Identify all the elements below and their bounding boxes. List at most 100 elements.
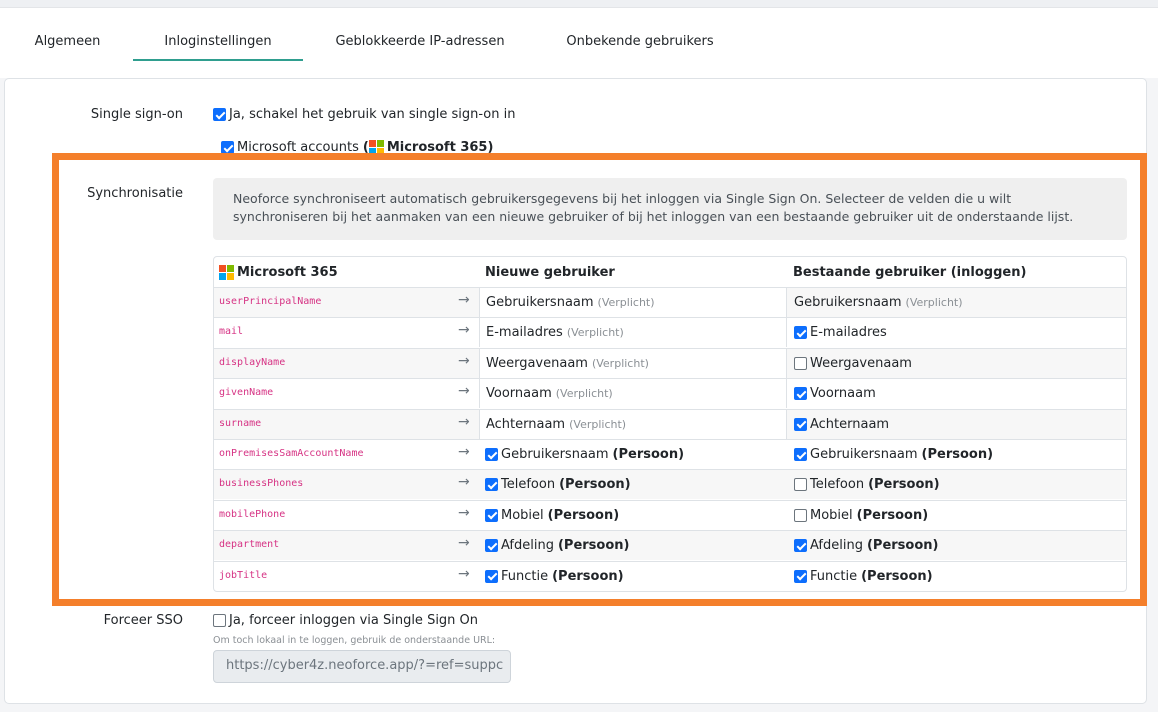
sso-enable-checkbox[interactable] [213, 108, 226, 121]
microsoft-brand: Microsoft 365 [386, 140, 488, 155]
cell-label: Achternaam [486, 416, 566, 432]
top-bar [0, 0, 1158, 8]
table-row: surname → Achternaam (Verplicht) Achternaam [214, 408, 1126, 439]
table-row: mobilePhone → Mobiel (Persoon) Mobiel (Persoo… [214, 499, 1126, 530]
existing-user-cell[interactable]: Afdeling (Persoon) [788, 531, 1126, 560]
cell-label: Afdeling [810, 538, 863, 554]
required-note: (Verplicht) [566, 326, 624, 340]
cell-label: Functie [501, 568, 549, 584]
existing-user-cell[interactable]: E-mailadres [788, 318, 1126, 347]
tab-algemeen[interactable]: Algemeen [20, 28, 115, 61]
sync-checkbox[interactable] [485, 539, 498, 553]
microsoft-accounts-checkbox[interactable] [221, 141, 234, 154]
arrow-right-icon: → [458, 292, 470, 308]
new-user-cell[interactable]: Functie (Persoon) [479, 562, 787, 591]
existing-user-cell[interactable]: Telefoon (Persoon) [788, 470, 1126, 499]
new-user-cell: Achternaam (Verplicht) [479, 409, 787, 439]
tab-onbekende-gebruikers[interactable]: Onbekende gebruikers [550, 28, 730, 61]
cell-label: Afdeling [501, 538, 554, 554]
field-name: givenName [219, 387, 274, 399]
force-sso-checkbox[interactable] [213, 614, 226, 627]
sso-enable-row[interactable]: Ja, schakel het gebruik van single sign-… [213, 107, 515, 122]
table-row: department → Afdeling (Persoon) Afdeling (Per… [214, 530, 1126, 561]
cell-label: E-mailadres [486, 325, 563, 341]
sync-checkbox[interactable] [794, 356, 807, 370]
cell-label: Gebruikersnaam [810, 447, 918, 462]
sync-checkbox[interactable] [485, 478, 498, 492]
existing-user-cell: Gebruikersnaam (Verplicht) [788, 288, 1126, 317]
existing-user-cell[interactable]: Functie (Persoon) [788, 562, 1126, 591]
sync-checkbox[interactable] [794, 387, 807, 401]
table-row: mail → E-mailadres (Verplicht) E-mailadres [214, 317, 1126, 348]
sync-info-text: Neoforce synchroniseert automatisch gebr… [233, 191, 1074, 224]
sync-checkbox[interactable] [794, 448, 807, 461]
sync-table: Microsoft 365 Nieuwe gebruiker Bestaande… [213, 256, 1127, 592]
field-name: mail [219, 326, 244, 338]
force-sso-row[interactable]: Ja, forceer inloggen via Single Sign On [213, 613, 478, 628]
required-note: (Verplicht) [905, 296, 963, 309]
cell-label: Mobiel [810, 507, 853, 523]
field-name: displayName [219, 356, 286, 368]
header-existing-user: Bestaande gebruiker (inloggen) [793, 265, 1027, 280]
cell-label: Weergavenaam [486, 355, 588, 371]
required-note: (Verplicht) [569, 417, 627, 431]
sync-checkbox[interactable] [794, 326, 807, 340]
sync-checkbox[interactable] [794, 539, 807, 553]
existing-user-cell[interactable]: Weergavenaam [788, 349, 1126, 378]
new-user-cell[interactable]: Mobiel (Persoon) [479, 501, 787, 530]
sync-checkbox[interactable] [485, 569, 498, 583]
arrow-right-icon: → [458, 322, 470, 339]
sync-checkbox[interactable] [485, 508, 498, 522]
field-name: userPrincipalName [219, 296, 322, 307]
local-login-url-input[interactable]: https://cyber4z.neoforce.app/?=ref=suppc [213, 650, 511, 683]
new-user-cell[interactable]: Afdeling (Persoon) [479, 531, 787, 560]
entity-suffix: (Persoon) [856, 507, 929, 523]
sync-checkbox[interactable] [794, 569, 807, 583]
arrow-right-icon: → [458, 565, 470, 582]
cell-label: Mobiel [501, 507, 544, 523]
cell-label: Gebruikersnaam [794, 295, 902, 310]
tab-geblokkeerde-ip-adressen[interactable]: Geblokkeerde IP-adressen [320, 28, 520, 61]
existing-user-cell[interactable]: Voornaam [788, 379, 1126, 408]
sync-info-box: Neoforce synchroniseert automatisch gebr… [213, 178, 1127, 240]
entity-suffix: (Persoon) [612, 447, 685, 462]
force-sso-enable-label: Ja, forceer inloggen via Single Sign On [229, 613, 479, 628]
table-row: businessPhones → Telefoon (Persoon) Telefoon… [214, 469, 1126, 500]
existing-user-cell[interactable]: Mobiel (Persoon) [788, 501, 1126, 530]
entity-suffix: (Persoon) [557, 538, 630, 554]
field-name: department [219, 539, 280, 551]
required-note: (Verplicht) [591, 356, 649, 370]
new-user-cell: Weergavenaam (Verplicht) [479, 348, 787, 378]
cell-label: Weergavenaam [810, 355, 912, 371]
cell-label: Functie [810, 568, 858, 584]
arrow-right-icon: → [458, 413, 470, 430]
sso-enable-label: Ja, schakel het gebruik van single sign-… [229, 107, 516, 122]
cell-label: Voornaam [810, 386, 876, 402]
table-row: displayName → Weergavenaam (Verplicht) Weerg… [214, 347, 1126, 378]
entity-suffix: (Persoon) [866, 538, 939, 554]
new-user-cell[interactable]: Telefoon (Persoon) [479, 470, 787, 499]
microsoft-accounts-row[interactable]: Microsoft accounts ( Microsoft 365 ) [221, 140, 493, 155]
existing-user-cell[interactable]: Gebruikersnaam (Persoon) [788, 440, 1126, 469]
field-name: businessPhones [219, 478, 304, 490]
force-sso-hint: Om toch lokaal in te loggen, gebruik de … [213, 635, 496, 646]
field-name: surname [219, 417, 262, 429]
required-note: (Verplicht) [555, 387, 613, 401]
arrow-right-icon: → [458, 474, 470, 491]
new-user-cell[interactable]: Gebruikersnaam (Persoon) [479, 440, 787, 469]
sync-checkbox[interactable] [485, 448, 498, 461]
tab-inloginstellingen[interactable]: Inloginstellingen [133, 28, 303, 61]
cell-label: Gebruikersnaam [486, 295, 594, 310]
cell-label: Achternaam [810, 416, 890, 432]
cell-label: Voornaam [486, 386, 552, 402]
force-sso-label: Forceer SSO [103, 613, 183, 628]
sync-checkbox[interactable] [794, 478, 807, 492]
sync-checkbox[interactable] [794, 417, 807, 431]
table-row: givenName → Voornaam (Verplicht) Voornaam [214, 378, 1126, 409]
new-user-cell: Gebruikersnaam (Verplicht) [479, 288, 787, 317]
existing-user-cell[interactable]: Achternaam [788, 410, 1126, 439]
sync-checkbox[interactable] [794, 508, 807, 522]
field-name: onPremisesSamAccountName [219, 448, 364, 459]
microsoft-accounts-label: Microsoft accounts [237, 140, 359, 155]
microsoft-paren-close: ) [487, 140, 494, 155]
